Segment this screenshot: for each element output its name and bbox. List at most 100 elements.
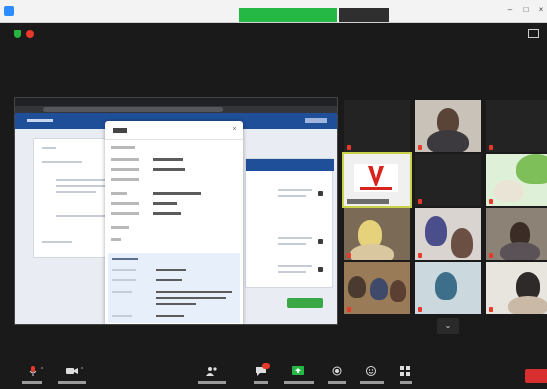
share-screen-label [284, 381, 314, 384]
field-label [111, 212, 139, 215]
video-label [58, 381, 86, 384]
modal-field-row [111, 237, 237, 243]
field-value [153, 212, 181, 215]
participant-video [500, 242, 540, 260]
participant-video [425, 216, 447, 246]
modal-field-row [111, 145, 237, 151]
table-cell [278, 265, 312, 267]
table-cell [278, 237, 312, 239]
end-meeting-button[interactable] [525, 369, 547, 383]
participant-tile[interactable] [486, 100, 547, 152]
field-value [156, 279, 182, 281]
share-screen-icon[interactable] [292, 366, 304, 376]
modal-info-section [108, 253, 240, 323]
v-logo-mark [368, 166, 384, 186]
record-icon [26, 30, 34, 38]
field-label [111, 226, 129, 229]
participants-icon[interactable] [206, 366, 217, 376]
window-title-bar: – □ × [0, 0, 547, 23]
participant-video [451, 228, 473, 258]
modal-divider [105, 139, 243, 140]
muted-mic-icon [489, 199, 493, 204]
muted-mic-icon [418, 253, 422, 258]
participant-tile[interactable] [344, 208, 410, 260]
microphone-icon[interactable] [28, 366, 38, 376]
muted-mic-icon [347, 145, 351, 150]
table-cell [278, 243, 306, 245]
close-icon[interactable]: × [231, 126, 238, 133]
chevron-up-icon[interactable]: ^ [81, 368, 85, 373]
participant-tile[interactable] [415, 208, 481, 260]
view-options-button[interactable] [339, 8, 389, 22]
reactions-label [360, 381, 384, 384]
apps-icon[interactable] [400, 366, 410, 376]
participant-tile[interactable] [415, 154, 481, 206]
active-speaker-tile[interactable] [342, 152, 412, 208]
text-line [42, 241, 72, 243]
field-label [112, 269, 136, 271]
participant-tile[interactable] [486, 262, 547, 314]
field-value [156, 315, 184, 317]
table-cell [278, 195, 306, 197]
modal-title [113, 128, 127, 133]
participant-tile[interactable] [344, 262, 410, 314]
participant-background [516, 154, 547, 184]
field-label [112, 279, 136, 281]
detail-modal: × [105, 121, 243, 324]
row-action-icon[interactable] [318, 191, 323, 196]
modal-field-row [111, 211, 237, 217]
field-label [111, 158, 139, 161]
section-heading [112, 258, 138, 260]
participant-tile[interactable] [486, 154, 547, 206]
participant-video [435, 272, 457, 300]
muted-mic-icon [347, 307, 351, 312]
modal-field-row [111, 201, 237, 207]
muted-mic-icon [489, 145, 493, 150]
row-action-icon[interactable] [318, 267, 323, 272]
shield-icon[interactable] [14, 30, 21, 38]
browser-tab-strip [15, 98, 337, 106]
mute-label [22, 381, 42, 384]
reactions-icon[interactable] [366, 366, 376, 376]
save-button[interactable] [287, 298, 323, 308]
participant-name-label [347, 199, 389, 204]
grid-view-icon[interactable] [528, 29, 539, 38]
table-header [246, 159, 334, 171]
field-label [111, 178, 139, 181]
participant-video [370, 278, 388, 300]
participant-tile[interactable] [415, 100, 481, 152]
text-line [56, 215, 106, 217]
participant-video [494, 180, 524, 202]
field-value [156, 291, 232, 293]
brand-logo [354, 164, 398, 192]
chevron-up-icon[interactable]: ^ [41, 368, 45, 373]
meeting-toolbar: ^ ^ [0, 355, 547, 389]
muted-mic-icon [418, 199, 422, 204]
minimize-icon[interactable]: – [505, 5, 515, 15]
participant-video [508, 296, 547, 314]
field-label [112, 315, 132, 317]
muted-mic-icon [418, 307, 422, 312]
chat-label [254, 381, 268, 384]
row-action-icon[interactable] [318, 239, 323, 244]
text-line [56, 191, 96, 193]
close-window-icon[interactable]: × [536, 5, 546, 15]
field-value [153, 158, 183, 161]
maximize-icon[interactable]: □ [521, 5, 531, 15]
shared-screen[interactable]: × [14, 97, 338, 325]
participant-tile[interactable] [486, 208, 547, 260]
web-app-logo [27, 119, 53, 122]
field-label [111, 146, 135, 149]
record-button-icon[interactable] [332, 366, 342, 376]
text-line [56, 185, 110, 187]
text-line [42, 161, 82, 163]
record-label [328, 381, 346, 384]
field-label [111, 238, 121, 241]
participant-tile[interactable] [415, 262, 481, 314]
field-label [112, 291, 132, 293]
field-value [156, 303, 196, 305]
participant-tile[interactable] [344, 100, 410, 152]
chevron-down-icon[interactable]: ⌄ [437, 318, 459, 334]
video-camera-icon[interactable] [66, 366, 78, 376]
participants-label [198, 381, 226, 384]
